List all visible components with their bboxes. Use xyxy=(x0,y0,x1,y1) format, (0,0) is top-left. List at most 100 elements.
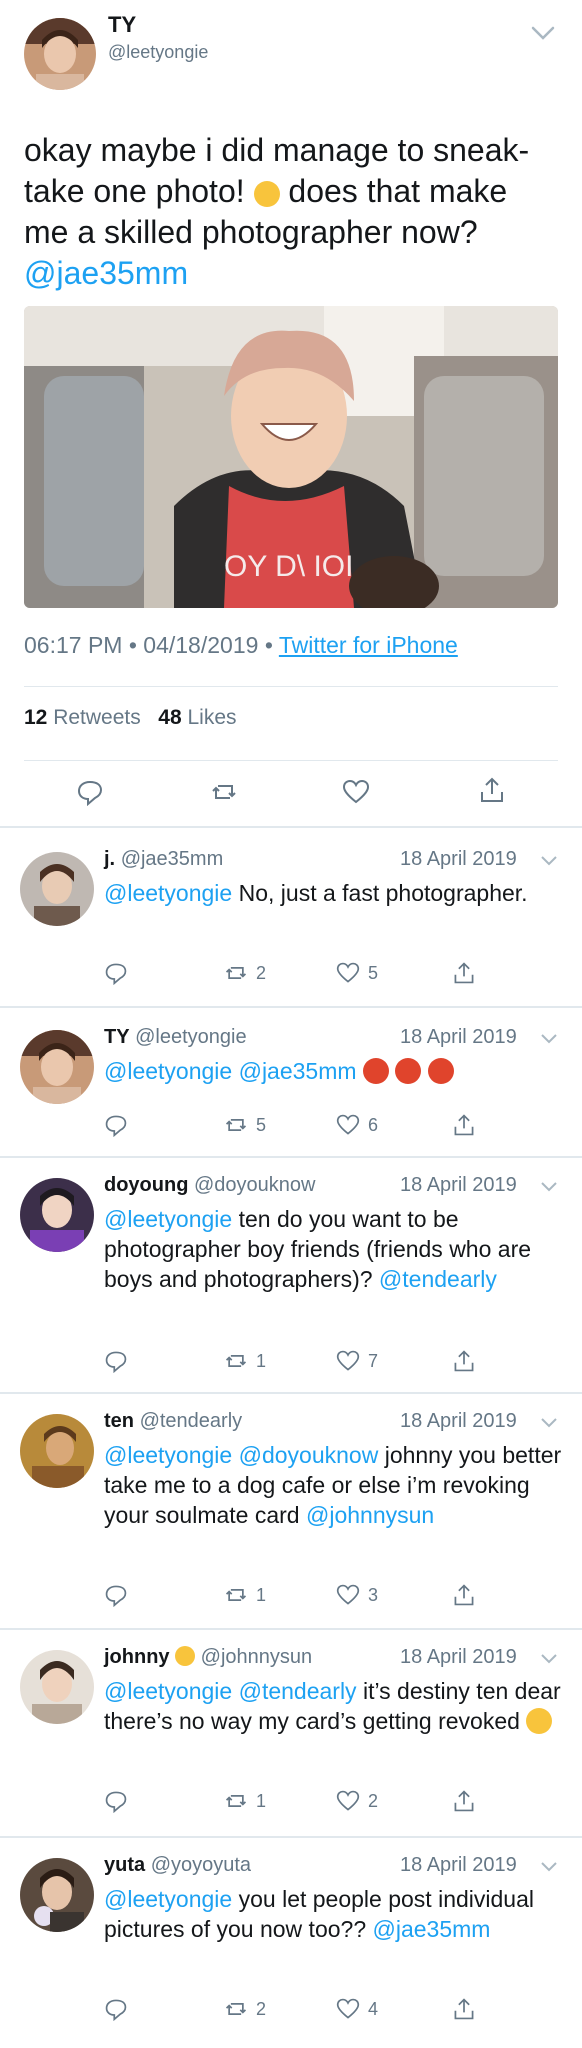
like-button[interactable]: 5 xyxy=(336,960,378,986)
reply-author-handle[interactable]: @johnnysun xyxy=(201,1646,312,1668)
share-icon xyxy=(454,1790,474,1812)
like-stat[interactable]: 48 Likes xyxy=(158,706,236,729)
mention-link[interactable]: @jae35mm xyxy=(373,1916,491,1942)
reply-tweet[interactable]: TY @leetyongie 18 April 2019 @leetyongie… xyxy=(0,1012,582,1152)
share-button[interactable] xyxy=(452,1996,484,2022)
tweet-text-line: me a skilled photographer now? xyxy=(24,214,478,250)
reply-body: No, just a fast photographer. xyxy=(232,880,528,906)
separator-dot: • xyxy=(264,632,273,658)
reply-author-name[interactable]: ten xyxy=(104,1410,134,1432)
author-handle[interactable]: @leetyongie xyxy=(108,42,208,63)
reply-icon xyxy=(105,1791,127,1813)
mention-link[interactable]: @leetyongie @tendearly xyxy=(104,1678,357,1704)
like-button[interactable]: 3 xyxy=(336,1582,378,1608)
retweet-button[interactable]: 2 xyxy=(224,1996,266,2022)
like-button[interactable]: 2 xyxy=(336,1788,378,1814)
reply-tweet[interactable]: doyoung @doyouknow 18 April 2019 @leetyo… xyxy=(0,1160,582,1390)
reply-icon[interactable] xyxy=(76,778,104,806)
retweet-count: 1 xyxy=(256,1584,267,1605)
reply-author-handle[interactable]: @leetyongie xyxy=(135,1026,246,1048)
angry-emoji-icon xyxy=(395,1058,422,1084)
chevron-down-icon[interactable] xyxy=(540,1030,558,1048)
share-icon[interactable] xyxy=(478,776,506,804)
mention-link[interactable]: @leetyongie xyxy=(104,1206,232,1232)
share-button[interactable] xyxy=(452,1788,484,1814)
mention-link[interactable]: @leetyongie xyxy=(104,1886,232,1912)
like-count: 5 xyxy=(368,962,379,983)
like-count: 4 xyxy=(368,1998,379,2019)
chevron-down-icon[interactable] xyxy=(540,1414,558,1432)
retweet-label: Retweets xyxy=(53,706,141,729)
reply-date: 18 April 2019 xyxy=(400,1410,517,1432)
mention-link[interactable]: @tendearly xyxy=(379,1266,497,1292)
reply-text: @leetyongie @doyouknow johnny you better… xyxy=(104,1440,564,1530)
reply-author-name[interactable]: j. xyxy=(104,848,115,870)
mention-link[interactable]: @leetyongie @doyouknow xyxy=(104,1442,378,1468)
reply-tweet[interactable]: j. @jae35mm 18 April 2019 @leetyongie No… xyxy=(0,834,582,1004)
chevron-down-icon[interactable] xyxy=(530,20,556,46)
reply-author-name[interactable]: TY xyxy=(104,1026,130,1048)
like-button[interactable]: 6 xyxy=(336,1112,378,1138)
reply-date: 18 April 2019 xyxy=(400,1174,517,1196)
avatar[interactable] xyxy=(20,1858,94,1932)
share-icon xyxy=(454,1350,474,1372)
mention-link[interactable]: @johnnysun xyxy=(306,1502,434,1528)
chevron-down-icon[interactable] xyxy=(540,852,558,870)
reply-tweet[interactable]: ten @tendearly 18 April 2019 @leetyongie… xyxy=(0,1396,582,1626)
avatar[interactable] xyxy=(20,1178,94,1252)
mention-link[interactable]: @leetyongie @jae35mm xyxy=(104,1058,357,1084)
mention-link[interactable]: @leetyongie xyxy=(104,880,232,906)
reply-author-name[interactable]: johnny xyxy=(104,1646,170,1668)
share-button[interactable] xyxy=(452,960,484,986)
reply-author-handle[interactable]: @doyouknow xyxy=(194,1174,315,1196)
reply-author-handle[interactable]: @yoyoyuta xyxy=(151,1854,251,1876)
like-button[interactable]: 7 xyxy=(336,1348,378,1374)
retweet-button[interactable]: 2 xyxy=(224,960,266,986)
share-icon xyxy=(454,1114,474,1136)
photo-shirt-text: OY D\ IOI xyxy=(224,550,353,583)
chevron-down-icon[interactable] xyxy=(540,1178,558,1196)
share-button[interactable] xyxy=(452,1348,484,1374)
retweet-button[interactable]: 1 xyxy=(224,1582,266,1608)
like-button[interactable]: 4 xyxy=(336,1996,378,2022)
share-button[interactable] xyxy=(452,1582,484,1608)
mention-link[interactable]: @jae35mm xyxy=(24,253,560,294)
reply-button[interactable] xyxy=(104,1996,136,2022)
tweet-text-fragment: does that make xyxy=(279,173,508,209)
reply-tweet[interactable]: yuta @yoyoyuta 18 April 2019 @leetyongie… xyxy=(0,1840,582,2048)
retweet-icon xyxy=(225,1795,247,1807)
avatar[interactable] xyxy=(20,1650,94,1724)
tweet-photo[interactable]: OY D\ IOI xyxy=(24,306,558,608)
reply-author-name[interactable]: doyoung xyxy=(104,1174,188,1196)
retweet-button[interactable]: 1 xyxy=(224,1348,266,1374)
retweet-button[interactable]: 1 xyxy=(224,1788,266,1814)
avatar[interactable] xyxy=(20,1414,94,1488)
reply-text: @leetyongie @tendearly it’s destiny ten … xyxy=(104,1676,564,1736)
chevron-down-icon[interactable] xyxy=(540,1858,558,1876)
avatar[interactable] xyxy=(20,1030,94,1104)
share-button[interactable] xyxy=(452,1112,484,1138)
reply-button[interactable] xyxy=(104,1348,136,1374)
chevron-down-icon[interactable] xyxy=(540,1650,558,1668)
reply-author-handle[interactable]: @tendearly xyxy=(140,1410,243,1432)
retweet-stat[interactable]: 12 Retweets xyxy=(24,706,141,729)
reply-button[interactable] xyxy=(104,960,136,986)
reply-author-handle[interactable]: @jae35mm xyxy=(121,848,224,870)
divider xyxy=(0,826,582,828)
author-name[interactable]: TY xyxy=(108,12,136,38)
reply-tweet[interactable]: johnny @johnnysun 18 April 2019 @leetyon… xyxy=(0,1632,582,1832)
heart-icon[interactable] xyxy=(342,778,370,806)
reply-author-name[interactable]: yuta xyxy=(104,1854,145,1876)
reply-button[interactable] xyxy=(104,1112,136,1138)
retweet-button[interactable]: 5 xyxy=(224,1112,266,1138)
relieved-emoji-icon xyxy=(253,181,280,207)
client-link[interactable]: Twitter for iPhone xyxy=(279,632,458,658)
retweet-icon[interactable] xyxy=(210,778,238,806)
avatar[interactable] xyxy=(20,852,94,926)
reply-date: 18 April 2019 xyxy=(400,1646,517,1668)
sneezing-emoji-icon xyxy=(526,1708,553,1734)
avatar[interactable] xyxy=(24,18,96,90)
reply-button[interactable] xyxy=(104,1582,136,1608)
reply-button[interactable] xyxy=(104,1788,136,1814)
reply-icon xyxy=(105,1115,127,1137)
